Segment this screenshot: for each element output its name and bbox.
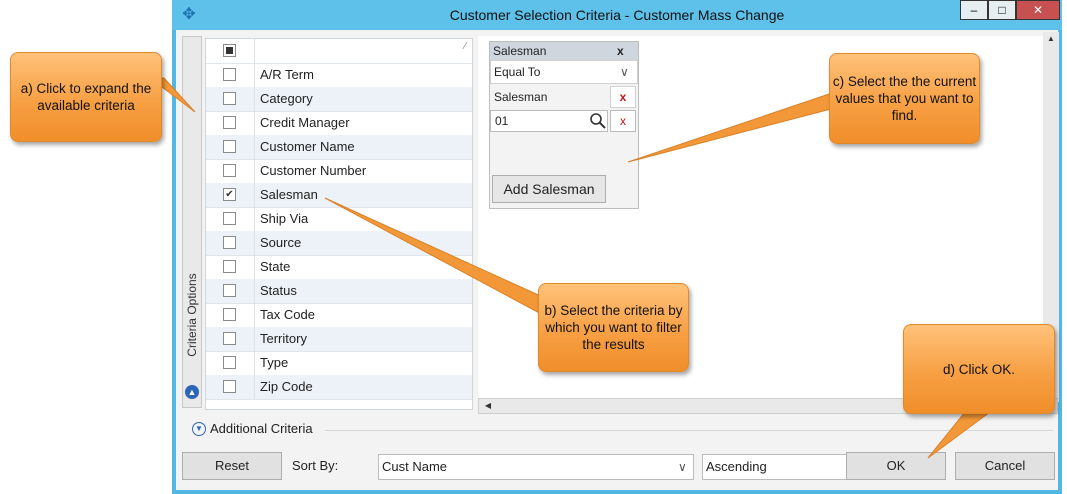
- callout-b-pointer: [324, 197, 546, 317]
- callout-d-pointer: [927, 411, 992, 459]
- callout-b: b) Select the criteria by which you want…: [538, 283, 689, 372]
- callout-c: c) Select the the current values that yo…: [829, 53, 980, 144]
- callout-d: d) Click OK.: [903, 324, 1055, 414]
- callout-c-pointer: [627, 91, 836, 163]
- callout-a: a) Click to expand the available criteri…: [10, 52, 162, 142]
